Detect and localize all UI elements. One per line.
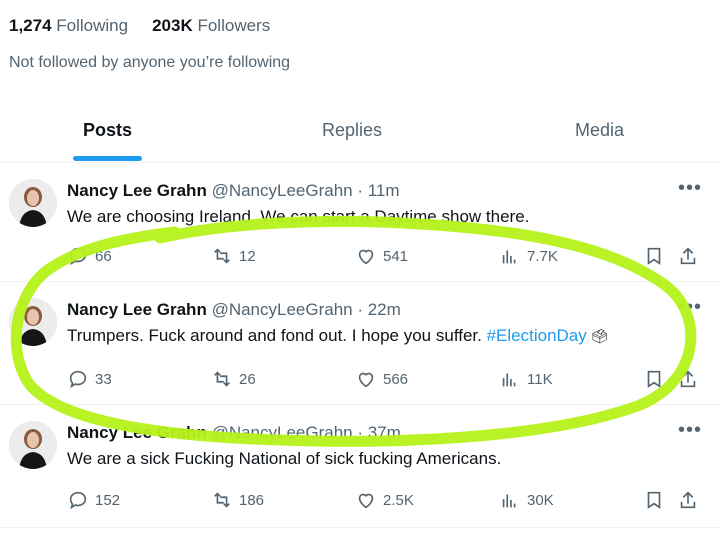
repost-button[interactable]: 26 — [211, 368, 256, 390]
share-button[interactable] — [677, 368, 699, 390]
repost-count: 26 — [239, 370, 256, 388]
post-header: Nancy Lee Grahn @NancyLeeGrahn · 37m — [67, 423, 401, 443]
followers-count: 203K — [152, 16, 193, 35]
bookmark-button[interactable] — [643, 245, 665, 267]
tab-posts[interactable]: Posts — [83, 120, 132, 141]
post-1[interactable]: Nancy Lee Grahn @NancyLeeGrahn · 22m •••… — [0, 282, 720, 405]
bookmark-icon — [647, 491, 661, 509]
like-icon — [358, 372, 374, 388]
following-link[interactable]: 1,274 Following — [9, 16, 128, 36]
reply-button[interactable]: 33 — [67, 368, 112, 390]
author-handle[interactable]: @NancyLeeGrahn · 11m — [212, 181, 400, 200]
bookmark-button[interactable] — [643, 489, 665, 511]
tab-media[interactable]: Media — [575, 120, 624, 141]
reply-icon — [69, 247, 87, 266]
profile-tabs: Posts Replies Media — [0, 100, 720, 163]
reply-count: 33 — [95, 370, 112, 388]
reply-count: 66 — [95, 247, 112, 265]
share-icon — [680, 491, 696, 509]
following-label: Following — [56, 16, 129, 35]
view-count: 30K — [527, 491, 554, 509]
ballot-box-icon: 🗳 — [586, 328, 609, 344]
more-icon[interactable]: ••• — [678, 177, 702, 200]
bookmark-button[interactable] — [643, 368, 665, 390]
author-handle[interactable]: @NancyLeeGrahn · 37m — [212, 423, 401, 442]
like-count: 2.5K — [383, 491, 414, 509]
post-2[interactable]: Nancy Lee Grahn @NancyLeeGrahn · 37m •••… — [0, 405, 720, 528]
share-button[interactable] — [677, 245, 699, 267]
active-tab-indicator — [73, 156, 142, 161]
like-count: 541 — [383, 247, 409, 265]
share-icon — [680, 247, 696, 265]
repost-icon — [214, 492, 230, 508]
post-0[interactable]: Nancy Lee Grahn @NancyLeeGrahn · 11m •••… — [0, 163, 720, 282]
more-icon[interactable]: ••• — [678, 419, 702, 442]
repost-button[interactable]: 186 — [211, 489, 264, 511]
post-actions: 33 26 566 11K — [67, 368, 707, 392]
post-text: We are choosing Ireland. We can start a … — [67, 207, 530, 226]
bookmark-icon — [647, 247, 661, 265]
repost-button[interactable]: 12 — [211, 245, 256, 267]
views-button[interactable]: 7.7K — [499, 245, 558, 267]
like-button[interactable]: 566 — [355, 368, 408, 390]
view-count: 11K — [527, 370, 553, 388]
author-name[interactable]: Nancy Lee Grahn — [67, 181, 207, 200]
post-text: We are a sick Fucking National of sick f… — [67, 449, 502, 468]
repost-count: 12 — [239, 247, 256, 265]
avatar[interactable] — [9, 298, 57, 346]
post-actions: 66 12 541 7.7K — [67, 245, 707, 269]
tab-replies[interactable]: Replies — [322, 120, 382, 141]
avatar[interactable] — [9, 421, 57, 469]
reply-button[interactable]: 152 — [67, 489, 120, 511]
author-name[interactable]: Nancy Lee Grahn — [67, 300, 207, 319]
repost-icon — [214, 248, 230, 264]
repost-icon — [214, 371, 230, 387]
reply-icon — [69, 491, 87, 510]
views-button[interactable]: 30K — [499, 489, 554, 511]
like-icon — [358, 249, 374, 265]
reply-button[interactable]: 66 — [67, 245, 112, 267]
views-button[interactable]: 11K — [499, 368, 553, 390]
more-icon[interactable]: ••• — [678, 296, 702, 319]
like-icon — [358, 493, 374, 509]
followers-link[interactable]: 203K Followers — [152, 16, 270, 36]
reply-count: 152 — [95, 491, 121, 509]
post-actions: 152 186 2.5K 30K — [67, 489, 707, 513]
like-button[interactable]: 2.5K — [355, 489, 414, 511]
like-count: 566 — [383, 370, 409, 388]
profile-stats: 1,274 Following 203K Followers — [9, 16, 270, 36]
share-icon — [680, 370, 696, 388]
views-icon — [502, 250, 516, 264]
view-count: 7.7K — [527, 247, 558, 265]
not-followed-text: Not followed by anyone you’re following — [9, 54, 291, 71]
avatar[interactable] — [9, 179, 57, 227]
share-button[interactable] — [677, 489, 699, 511]
followers-label: Followers — [197, 16, 271, 35]
reply-icon — [69, 370, 87, 389]
views-icon — [502, 373, 516, 387]
hashtag-link[interactable]: #ElectionDay — [487, 326, 587, 345]
views-icon — [502, 494, 516, 508]
bookmark-icon — [647, 370, 661, 388]
like-button[interactable]: 541 — [355, 245, 408, 267]
following-count: 1,274 — [9, 16, 52, 35]
post-header: Nancy Lee Grahn @NancyLeeGrahn · 22m — [67, 300, 401, 320]
author-handle[interactable]: @NancyLeeGrahn · 22m — [212, 300, 401, 319]
repost-count: 186 — [239, 491, 265, 509]
post-text: Trumpers. Fuck around and fond out. I ho… — [67, 326, 609, 345]
post-header: Nancy Lee Grahn @NancyLeeGrahn · 11m — [67, 181, 400, 201]
author-name[interactable]: Nancy Lee Grahn — [67, 423, 207, 442]
